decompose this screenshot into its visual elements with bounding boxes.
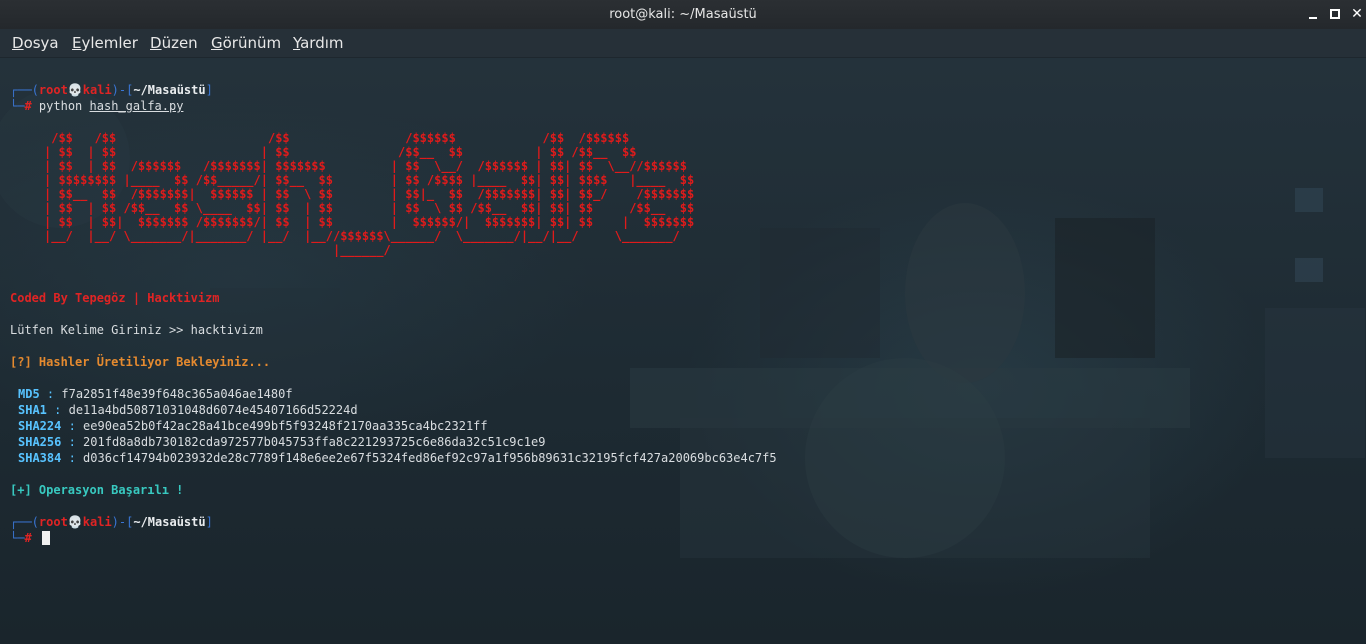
hash-row-sha1: SHA1 : de11a4bd50871031048d6074e45407166… [18,402,358,418]
hash-name: SHA1 [18,403,47,417]
skull-icon: 💀 [67,515,83,529]
hash-row-sha224: SHA224 : ee90ea52b0f42ac28a41bce499bf5f9… [18,418,488,434]
prompt-user: root [38,515,68,529]
hash-value: d036cf14794b023932de28c7789f148e6ee2e67f… [83,451,777,465]
hash-separator: : [39,387,62,401]
menu-yardim[interactable]: Yardım [293,34,344,52]
banner-line: | $$ | $$ /$$__ $$ \____ $$| $$ | $$ | $… [44,201,695,215]
close-icon[interactable]: ✕ [1350,7,1364,21]
prompt-hash-symbol: # [24,531,32,545]
banner-line: |______/ [44,243,391,257]
banner-line: | $$__ $$ /$$$$$$$| $$$$$$ | $$ \ $$ | $… [44,187,695,201]
command-arg[interactable]: hash_galfa.py [90,99,184,113]
skull-icon: 💀 [67,83,83,97]
prompt-line-1: ┌──(root💀kali)-[~/Masaüstü] [10,83,213,97]
prompt-path: ~/Masaüstü [133,83,206,97]
minimize-icon[interactable] [1306,7,1320,21]
hash-separator: : [46,403,69,417]
command-line-empty: └─# [10,531,32,545]
title-bar[interactable]: root@kali: ~/Masaüstü ✕ [0,0,1366,30]
hash-name: SHA256 [18,435,62,449]
hash-name: SHA224 [18,419,62,433]
hash-separator: : [61,419,84,433]
menu-duzen[interactable]: Düzen [150,34,198,52]
prompt-line-2: ┌──(root💀kali)-[~/Masaüstü] [10,515,213,529]
command-program: python [38,99,83,113]
window-title: root@kali: ~/Masaüstü [609,7,757,22]
credit-line: Coded By Tepegöz | Hacktivizm [10,291,220,305]
banner-line: | $$$$$$$$ |____ $$ /$$_____/| $$__ $$ |… [44,173,695,187]
ascii-banner: /$$ /$$ /$$ /$$$$$$ /$$ /$$$$$$ | $$ | $… [44,131,694,257]
input-value: hacktivizm [190,323,263,337]
prompt-hash-symbol: # [24,99,32,113]
banner-line: |__/ |__/ \_______/|_______/ |__/ |__//$… [44,229,680,243]
menu-bar: Dosya Eylemler Düzen Görünüm Yardım [0,29,1366,58]
prompt-host: kali [82,515,112,529]
hash-name: SHA384 [18,451,62,465]
hash-separator: : [61,435,84,449]
menu-gorunum[interactable]: Görünüm [211,34,281,52]
hash-value: ee90ea52b0f42ac28a41bce499bf5f93248f2170… [83,419,488,433]
hash-name: MD5 [18,387,40,401]
hash-row-md5: MD5 : f7a2851f48e39f648c365a046ae1480f [18,386,293,402]
input-prompt: Lütfen Kelime Giriniz >> [10,323,191,337]
command-line: └─# python hash_galfa.py [10,99,184,113]
banner-line: /$$ /$$ /$$ /$$$$$$ /$$ /$$$$$$ [51,131,630,145]
hash-separator: : [61,451,84,465]
terminal-output[interactable]: ┌──(root💀kali)-[~/Masaüstü] └─# python h… [0,58,1366,644]
hash-row-sha384: SHA384 : d036cf14794b023932de28c7789f148… [18,450,777,466]
maximize-icon[interactable] [1328,7,1342,21]
status-done: [+] Operasyon Başarılı ! [10,483,184,497]
terminal-window: root@kali: ~/Masaüstü ✕ Dosya Eylemler D… [0,0,1366,644]
banner-line: | $$ | $$| $$$$$$$ /$$$$$$$/| $$ | $$ | … [44,215,695,229]
status-wait: [?] Hashler Üretiliyor Bekleyiniz... [10,355,271,369]
hash-value: 201fd8a8db730182cda972577b045753ffa8c221… [83,435,546,449]
banner-line: | $$ | $$ | $$ /$$__ $$ | $$ /$$__ $$ [44,145,637,159]
banner-line: | $$ | $$ /$$$$$$ /$$$$$$$| $$$$$$$ | $$… [44,159,687,173]
menu-dosya[interactable]: Dosya [12,34,59,52]
prompt-path: ~/Masaüstü [133,515,206,529]
prompt-host: kali [82,83,112,97]
menu-eylemler[interactable]: Eylemler [72,34,138,52]
hash-value: f7a2851f48e39f648c365a046ae1480f [61,387,293,401]
hash-value: de11a4bd50871031048d6074e45407166d52224d [68,403,358,417]
prompt-user: root [38,83,68,97]
input-line: Lütfen Kelime Giriniz >> hacktivizm [10,322,263,338]
text-cursor[interactable] [42,531,50,545]
hash-row-sha256: SHA256 : 201fd8a8db730182cda972577b04575… [18,434,545,450]
